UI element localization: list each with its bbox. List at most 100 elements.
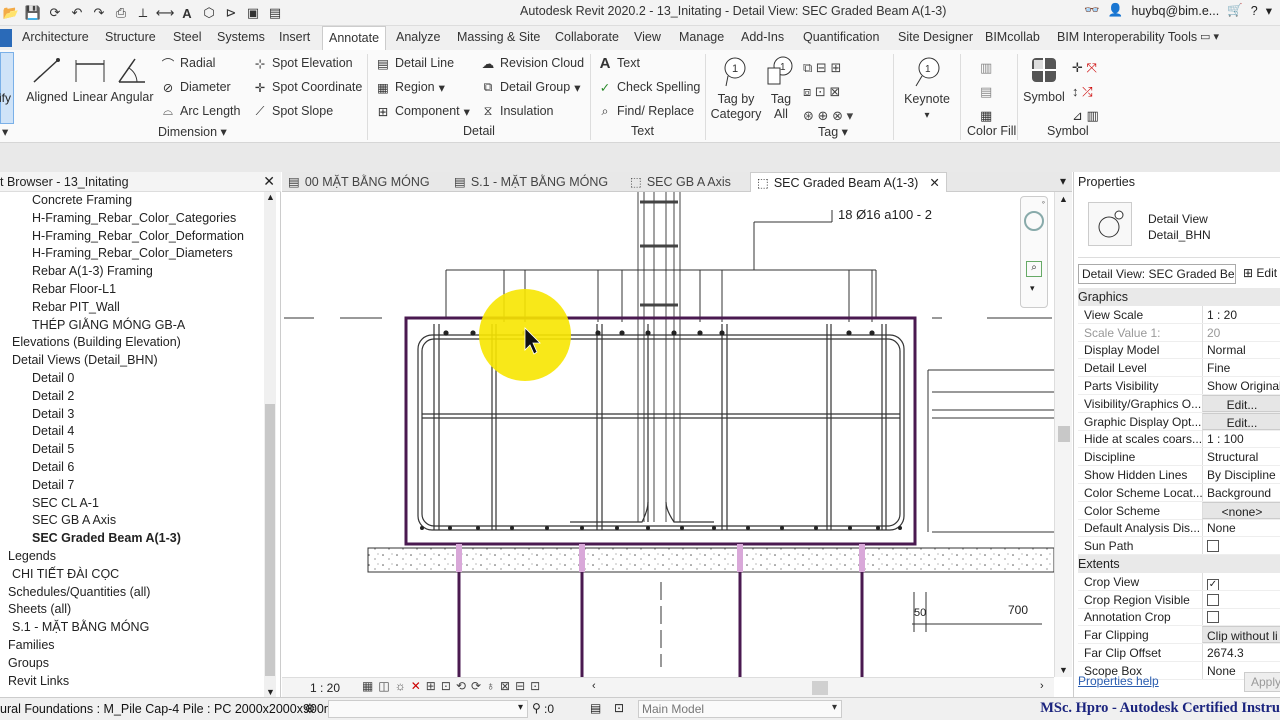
tab-systems[interactable]: Systems — [217, 30, 265, 44]
view-tab-s1-mat-bang-mong[interactable]: ▤ S.1 - MẶT BẰNG MÓNG — [454, 174, 608, 190]
steering-wheel-icon[interactable] — [1024, 211, 1044, 231]
reveal-hidden-icon[interactable]: ⟳ — [471, 679, 486, 693]
measure-icon[interactable]: ⟂ — [134, 4, 152, 22]
symbol-button[interactable]: Symbol — [1022, 56, 1066, 105]
redo-icon[interactable]: ↷ — [90, 4, 108, 22]
tab-annotate[interactable]: Annotate — [322, 26, 387, 51]
user-name[interactable]: huybq@bim.e... — [1131, 4, 1219, 18]
view-tab-sec-graded-beam[interactable]: ⬚ SEC Graded Beam A(1-3) ✕ — [750, 172, 947, 192]
region-button[interactable]: ▦ Region ▾ — [375, 79, 445, 95]
area-tag-icon[interactable]: ⧈ — [803, 84, 811, 99]
browser-item[interactable]: Groups — [8, 656, 49, 670]
browser-item[interactable]: SEC GB A Axis — [32, 513, 116, 527]
browser-item[interactable]: Rebar A(1-3) Framing — [32, 264, 153, 278]
tab-structure[interactable]: Structure — [105, 30, 156, 44]
revision-cloud-button[interactable]: ☁ Revision Cloud — [480, 55, 584, 71]
property-value[interactable]: 1 : 100 — [1202, 430, 1280, 448]
worksets-icon[interactable]: ⚙ — [304, 701, 316, 717]
keynote-button[interactable]: 1 Keynote ▾ — [900, 56, 954, 123]
edit-type-button[interactable]: ⊞ Edit — [1240, 264, 1280, 284]
beam-symbol-icon[interactable]: ⊿ — [1072, 108, 1083, 123]
drawing-canvas[interactable]: 18 Ø16 a100 - 2 50 700 ◦ ⌕ ▾ — [282, 192, 1054, 677]
text-button[interactable]: A Text — [597, 55, 640, 72]
property-value[interactable]: Clip without li — [1202, 626, 1280, 644]
property-value[interactable]: Show Original — [1202, 377, 1280, 394]
ribbon-minimize-icon[interactable]: ▭ ▾ — [1200, 30, 1219, 43]
browser-item[interactable]: Schedules/Quantities (all) — [8, 585, 150, 599]
close-icon[interactable]: ✕ — [263, 173, 275, 190]
scroll-down-icon[interactable]: ▼ — [266, 687, 275, 697]
canvas-v-scroll[interactable]: ▲ ▼ — [1054, 192, 1072, 677]
arc-length-button[interactable]: ⌓ Arc Length — [160, 103, 240, 119]
binoculars-icon[interactable]: 👓 — [1084, 3, 1100, 18]
shadows-icon[interactable]: ✕ — [411, 679, 426, 693]
nav-menu-icon[interactable]: ▾ — [1030, 283, 1035, 294]
analytical-model-icon[interactable]: ⊠ — [500, 679, 515, 693]
spot-slope-button[interactable]: ⟋ Spot Slope — [252, 103, 334, 119]
dim-50[interactable]: 50 — [914, 607, 926, 619]
tab-quantification[interactable]: Quantification — [803, 30, 879, 44]
area-reinforcement-icon[interactable]: ⤧ — [1087, 60, 1097, 75]
apply-button[interactable]: Apply — [1244, 672, 1280, 692]
component-button[interactable]: ⊞ Component ▾ — [375, 103, 470, 119]
modify-dropdown-icon[interactable]: ▾ — [2, 124, 8, 139]
modify-button[interactable]: ify — [0, 52, 14, 124]
browser-item[interactable]: Detail 5 — [32, 442, 74, 456]
tab-insert[interactable]: Insert — [279, 30, 310, 44]
property-value[interactable]: 1 : 20 — [1202, 305, 1280, 323]
property-value[interactable]: Edit... — [1202, 412, 1280, 430]
checkbox-unchecked-icon[interactable] — [1207, 593, 1219, 606]
stair-path-icon[interactable]: ⊕ — [818, 108, 829, 123]
tab-view[interactable]: View — [634, 30, 661, 44]
instance-selector[interactable]: Detail View: SEC Graded Be — [1078, 264, 1236, 284]
tab-site-designer[interactable]: Site Designer — [898, 30, 973, 44]
property-value[interactable]: By Discipline — [1202, 466, 1280, 483]
fabric-symbol-icon[interactable]: ⤮ — [1082, 84, 1092, 99]
tab-collaborate[interactable]: Collaborate — [555, 30, 619, 44]
text-icon[interactable]: A — [178, 4, 196, 22]
view-tab-00-mat-bang-mong[interactable]: ▤ 00 MẶT BẰNG MÓNG — [288, 174, 430, 190]
browser-item[interactable]: Families — [8, 638, 55, 652]
view-reference-icon[interactable]: ⊛ — [803, 108, 814, 123]
scroll-down-icon[interactable]: ▼ — [1059, 665, 1068, 675]
scroll-up-icon[interactable]: ▲ — [1059, 194, 1068, 204]
sync-icon[interactable]: ⟳ — [46, 4, 64, 22]
tab-menu-icon[interactable]: ▾ — [1060, 174, 1066, 188]
highlight-displacement-icon[interactable]: ⊟ — [515, 679, 530, 693]
space-tag-icon[interactable]: ⊠ — [829, 84, 840, 99]
rebar-label[interactable]: 18 Ø16 a100 - 2 — [838, 207, 932, 222]
scroll-right-icon[interactable]: › — [1040, 680, 1044, 692]
property-checkbox[interactable] — [1202, 590, 1280, 608]
zoom-icon[interactable]: ⌕ — [1026, 261, 1042, 277]
tag-by-category-button[interactable]: 1 Tag by Category — [710, 56, 761, 122]
aligned-dim-button[interactable]: Aligned — [24, 56, 70, 105]
modify-tab[interactable] — [0, 29, 12, 47]
property-value[interactable]: Edit... — [1202, 394, 1280, 412]
close-hidden-icon[interactable]: ▣ — [244, 4, 262, 22]
beam-annotations-icon[interactable]: ⧉ — [803, 60, 812, 75]
room-tag-icon[interactable]: ⊡ — [815, 84, 826, 99]
browser-item[interactable]: Sheets (all) — [8, 602, 71, 616]
browser-item[interactable]: Rebar Floor-L1 — [32, 282, 116, 296]
checkbox-unchecked-icon[interactable] — [1207, 540, 1219, 553]
property-value[interactable]: 20 — [1202, 323, 1280, 341]
chevron-down-icon[interactable]: ▾ — [1266, 3, 1272, 18]
crop-region-icon[interactable]: ⊡ — [441, 679, 456, 693]
save-icon[interactable]: 💾 — [24, 4, 42, 22]
open-icon[interactable]: 📂 — [2, 4, 20, 22]
insulation-button[interactable]: ⧖ Insulation — [480, 103, 554, 119]
checkbox-unchecked-icon[interactable] — [1207, 611, 1219, 624]
h-scroll-thumb[interactable] — [812, 681, 828, 695]
dim-700[interactable]: 700 — [1008, 603, 1028, 617]
tread-number-icon[interactable]: ⊗ — [832, 108, 843, 123]
material-tag-icon[interactable]: ⊞ — [830, 60, 841, 75]
pipe-legend-icon[interactable]: ▦ — [980, 108, 992, 123]
browser-item[interactable]: THÉP GIẰNG MÓNG GB-A — [32, 318, 185, 332]
find-replace-button[interactable]: ⌕ Find/ Replace — [597, 103, 694, 119]
dimension-icon[interactable]: ⟷ — [156, 4, 175, 22]
angular-dim-button[interactable]: Angular — [110, 56, 154, 105]
cart-icon[interactable]: 🛒 — [1227, 3, 1243, 18]
scroll-left-icon[interactable]: ‹ — [592, 680, 596, 692]
property-value[interactable]: Structural — [1202, 448, 1280, 466]
temp-view-props-icon[interactable]: ♁ — [486, 679, 500, 693]
